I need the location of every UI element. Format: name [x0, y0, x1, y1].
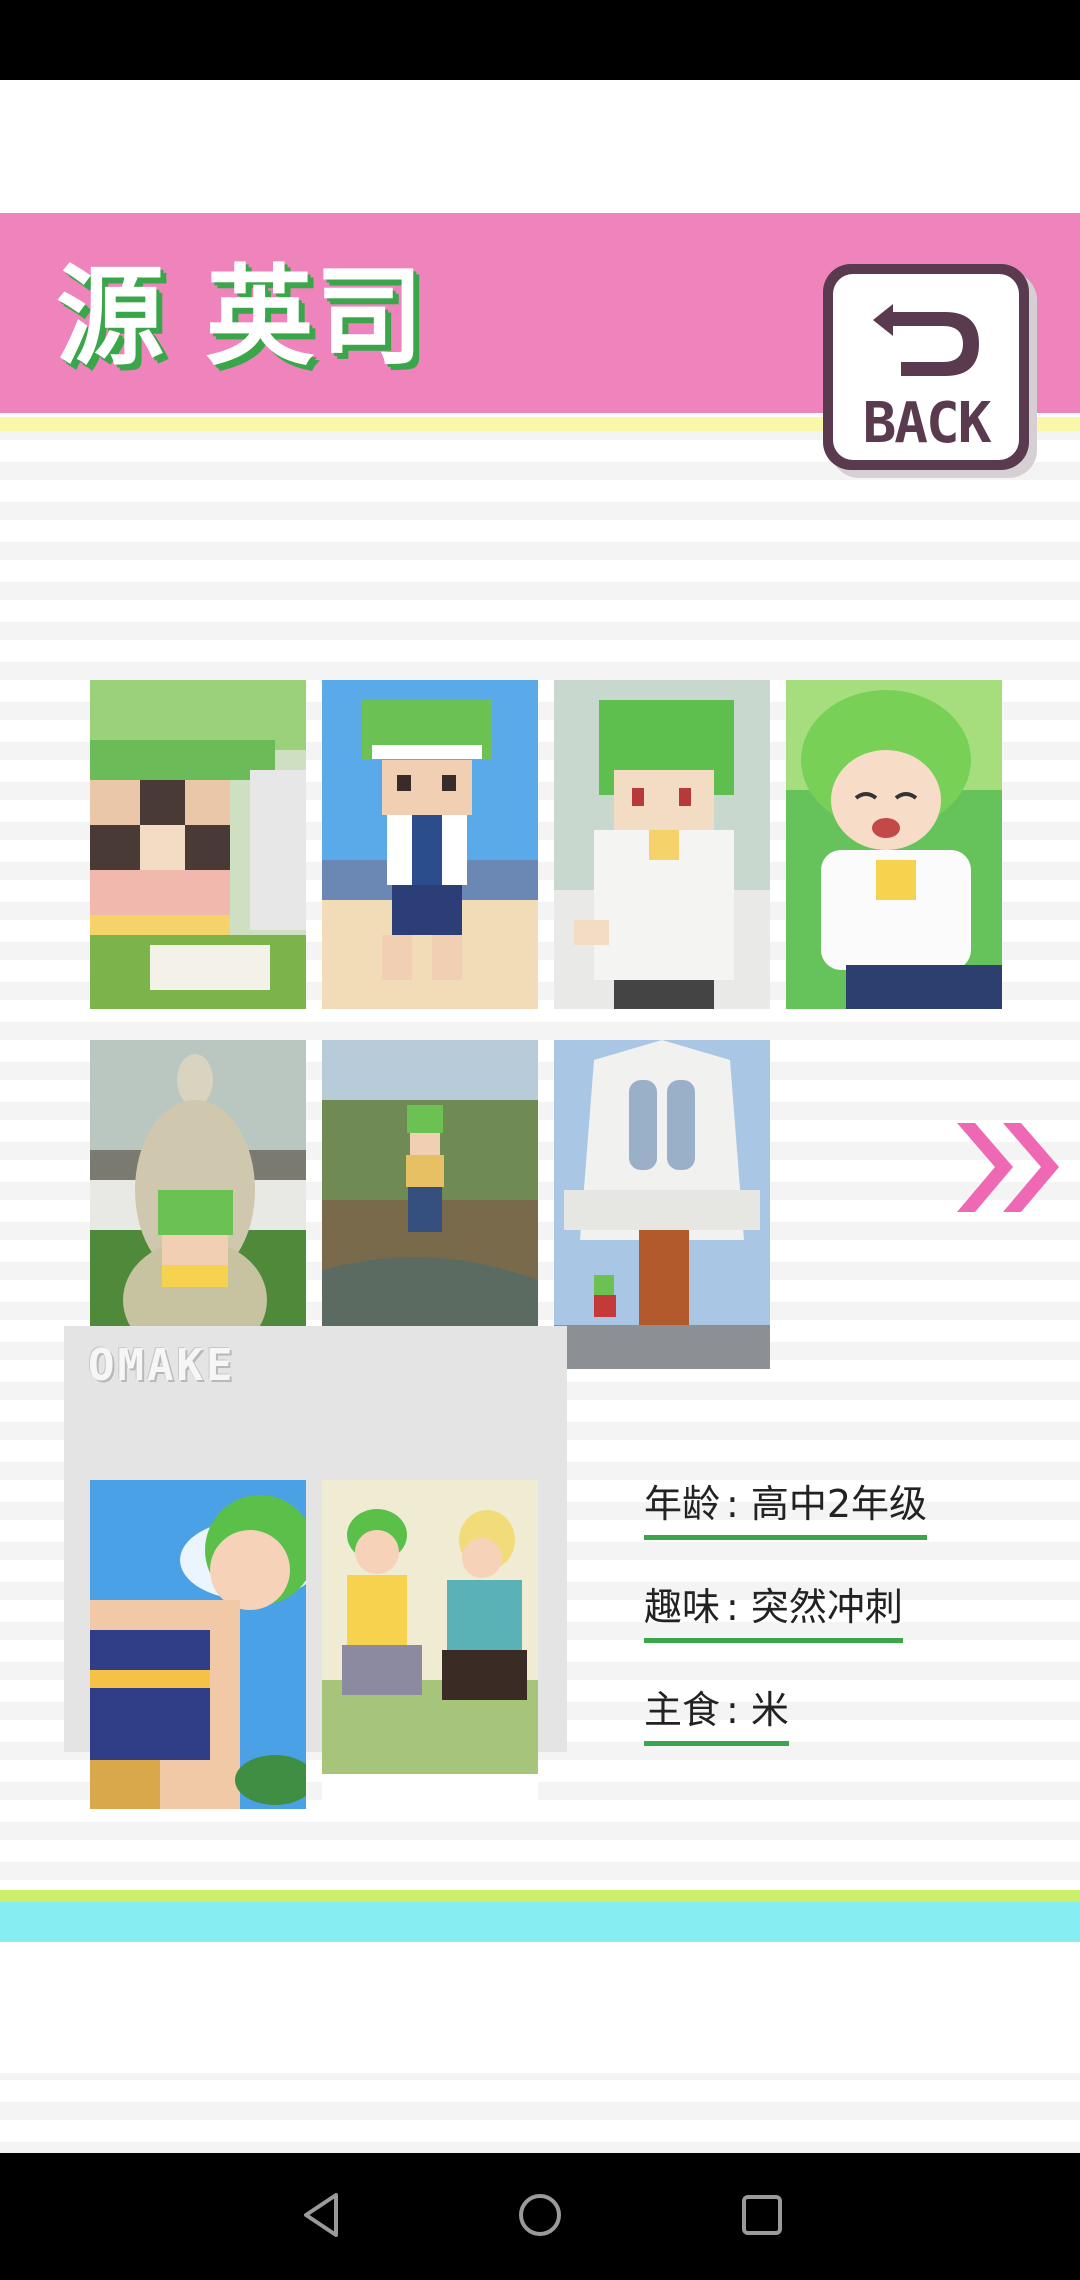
age-row: 年龄: 高中2年级 — [644, 1474, 928, 1540]
hobby-label: 趣味 — [644, 1585, 721, 1629]
omake-image-1[interactable] — [90, 1480, 306, 1809]
food-label: 主食 — [644, 1688, 721, 1732]
hobby-separator: : — [726, 1585, 739, 1629]
circle-home-icon — [519, 2194, 561, 2236]
footer-spacer — [0, 1942, 1080, 2073]
omake-image-2[interactable] — [322, 1480, 538, 1809]
character-name: 源 英司 — [56, 255, 426, 380]
system-home-button[interactable] — [510, 2185, 570, 2245]
gallery-image-2[interactable] — [322, 680, 538, 1009]
footer-stripe-green — [0, 1890, 1080, 1902]
gallery-image-1[interactable] — [90, 680, 306, 1009]
age-value: 高中2年级 — [750, 1482, 928, 1526]
triangle-back-icon — [304, 2193, 338, 2237]
next-page-button[interactable] — [955, 1115, 1075, 1220]
food-separator: : — [726, 1688, 739, 1732]
status-bar — [0, 0, 1080, 80]
food-row: 主食: 米 — [644, 1680, 789, 1746]
back-button[interactable]: BACK — [823, 264, 1041, 482]
gallery-image-6[interactable] — [322, 1040, 538, 1369]
system-back-button[interactable] — [292, 2185, 352, 2245]
age-label: 年龄 — [644, 1482, 721, 1526]
gallery-image-4[interactable] — [786, 680, 1002, 1009]
age-separator: : — [726, 1482, 739, 1526]
hobby-value: 突然冲刺 — [750, 1585, 903, 1629]
omake-title: OMAKE — [88, 1340, 236, 1391]
gallery-image-5[interactable] — [90, 1040, 306, 1369]
food-value: 米 — [750, 1688, 789, 1732]
gallery-image-3[interactable] — [554, 680, 770, 1009]
double-chevron-right-icon — [957, 1123, 1059, 1212]
footer-stripe-cyan — [0, 1902, 1080, 1942]
square-recents-icon — [742, 2195, 782, 2235]
system-recents-button[interactable] — [732, 2185, 792, 2245]
hobby-row: 趣味: 突然冲刺 — [644, 1577, 903, 1643]
return-arrow-icon: BACK — [823, 264, 1037, 478]
gallery-image-7[interactable] — [554, 1040, 770, 1369]
back-label: BACK — [863, 391, 992, 456]
